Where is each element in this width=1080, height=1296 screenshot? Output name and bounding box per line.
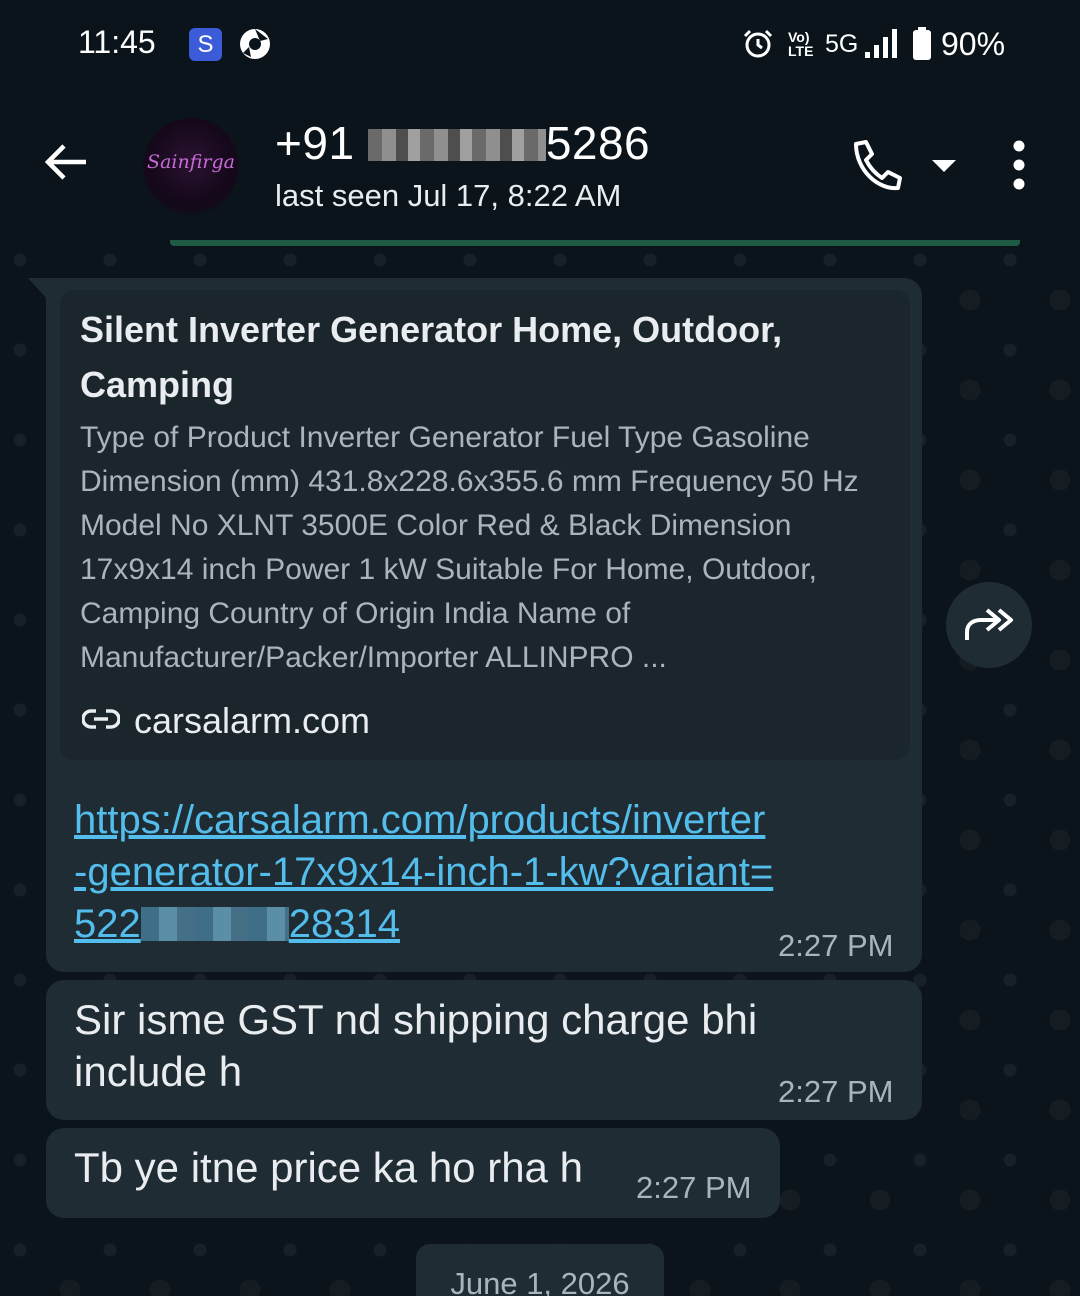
s-app-badge: S bbox=[189, 28, 222, 61]
message-text: Tb ye itne price ka ho rha h bbox=[74, 1144, 583, 1191]
dropdown-icon[interactable] bbox=[932, 160, 956, 174]
volte-icon: Vo) LTE bbox=[788, 29, 814, 59]
status-bar: 11:45 S Vo) LTE 5G 90% bbox=[0, 0, 1080, 90]
chrome-icon bbox=[240, 29, 270, 59]
previous-message-edge bbox=[170, 240, 1020, 246]
signal-icon bbox=[865, 29, 897, 58]
message-url-link[interactable]: https://carsalarm.com/products/inverter … bbox=[74, 794, 894, 950]
message-time: 2:27 PM bbox=[778, 928, 894, 963]
more-vert-icon[interactable] bbox=[1008, 140, 1030, 190]
link-preview-description: Type of Product Inverter Generator Fuel … bbox=[80, 421, 859, 674]
redacted-digits bbox=[367, 129, 546, 161]
url-line-2: -generator-17x9x14-inch-1-kw?variant= bbox=[74, 850, 774, 894]
link-icon bbox=[82, 709, 120, 729]
message-text: Sir isme GST nd shipping charge bhi incl… bbox=[74, 996, 758, 1095]
bubble-tail bbox=[28, 278, 48, 300]
alarm-icon bbox=[743, 29, 773, 58]
contact-name-prefix: +91 bbox=[275, 117, 355, 169]
forward-button[interactable] bbox=[946, 582, 1032, 668]
date-separator: June 1, 2026 bbox=[416, 1244, 664, 1296]
last-seen-status: last seen Jul 17, 8:22 AM bbox=[275, 178, 622, 213]
back-arrow-icon[interactable] bbox=[42, 138, 90, 186]
forward-icon bbox=[965, 608, 1013, 640]
chat-area[interactable]: Silent Inverter Generator Home, Outdoor,… bbox=[0, 240, 1080, 1296]
url-line-1: https://carsalarm.com/products/inverter bbox=[74, 798, 766, 842]
contact-name-suffix: 5286 bbox=[545, 117, 651, 169]
avatar-logo-text: Sainfirga bbox=[147, 151, 235, 173]
message-time: 2:27 PM bbox=[636, 1170, 752, 1205]
link-preview-title: Silent Inverter Generator Home, Outdoor,… bbox=[80, 309, 783, 405]
url-line-3-suffix: 28314 bbox=[288, 902, 400, 946]
redacted-url-digits bbox=[140, 907, 289, 941]
date-separator-text: June 1, 2026 bbox=[450, 1266, 630, 1296]
chat-header: Sainfirga +91 5286 last seen Jul 17, 8:2… bbox=[0, 90, 1080, 240]
battery-percent: 90% bbox=[941, 26, 1006, 62]
status-time: 11:45 bbox=[78, 24, 156, 60]
network-type: 5G bbox=[825, 30, 859, 58]
contact-avatar[interactable]: Sainfirga bbox=[143, 118, 239, 214]
battery-icon bbox=[913, 27, 931, 60]
link-preview-domain: carsalarm.com bbox=[134, 700, 371, 741]
contact-name[interactable]: +91 5286 bbox=[275, 116, 650, 170]
phone-icon[interactable] bbox=[848, 138, 904, 194]
message-time: 2:27 PM bbox=[778, 1074, 894, 1109]
url-line-3-prefix: 522 bbox=[74, 902, 141, 946]
